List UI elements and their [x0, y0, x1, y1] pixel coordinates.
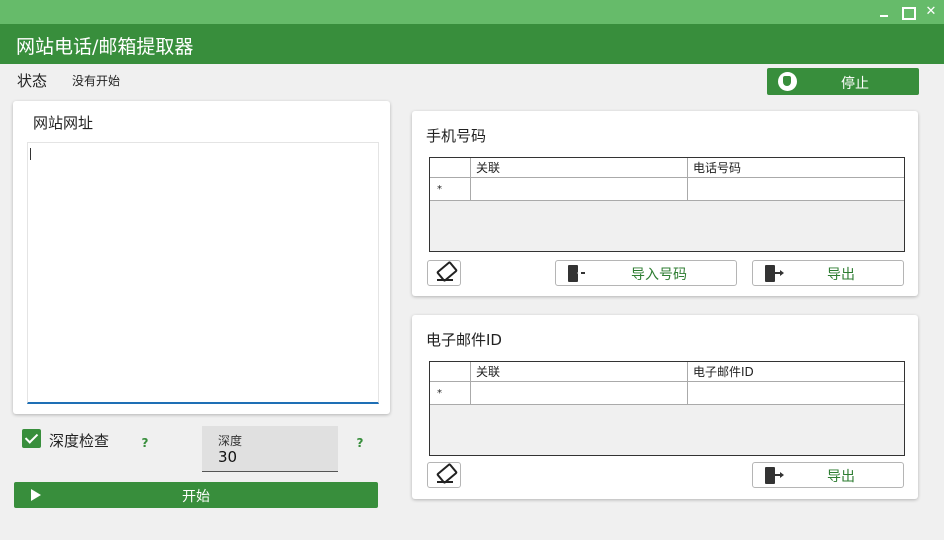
stop-button[interactable]: 停止: [767, 68, 919, 95]
window-titlebar: ✕: [0, 0, 944, 24]
text-caret: [30, 148, 31, 160]
phone-export-label: 导出: [827, 267, 855, 283]
email-grid-header: 关联 电子邮件ID: [430, 362, 904, 382]
eraser-icon: [436, 265, 454, 281]
email-grid[interactable]: 关联 电子邮件ID *: [429, 361, 905, 456]
phone-export-button[interactable]: 导出: [752, 260, 904, 286]
depth-field[interactable]: 深度: [202, 426, 338, 472]
phone-grid-header-phone[interactable]: 电话号码: [688, 158, 904, 177]
new-row-marker: *: [430, 178, 471, 200]
email-panel: 电子邮件ID 关联 电子邮件ID * 导出: [412, 315, 918, 499]
import-numbers-label: 导入号码: [631, 267, 687, 283]
minimize-icon[interactable]: [873, 2, 895, 22]
table-cell[interactable]: [688, 382, 904, 404]
url-panel: 网站网址: [13, 101, 390, 414]
email-export-button[interactable]: 导出: [752, 462, 904, 488]
depth-field-label: 深度: [218, 434, 243, 448]
import-numbers-button[interactable]: 导入号码: [555, 260, 737, 286]
email-clear-button[interactable]: [427, 462, 461, 488]
table-row[interactable]: *: [430, 382, 904, 405]
url-panel-title: 网站网址: [33, 114, 94, 132]
phone-grid-header-link[interactable]: 关联: [471, 158, 688, 177]
email-grid-header-email[interactable]: 电子邮件ID: [688, 362, 904, 381]
phone-panel-title: 手机号码: [426, 127, 487, 145]
depth-input[interactable]: [218, 448, 318, 466]
eraser-icon: [436, 467, 454, 483]
email-grid-header-corner: [430, 362, 471, 381]
phone-clear-button[interactable]: [427, 260, 461, 286]
close-icon[interactable]: ✕: [920, 2, 942, 22]
table-cell[interactable]: [688, 178, 904, 200]
phone-grid-header-corner: [430, 158, 471, 177]
phone-grid-header: 关联 电话号码: [430, 158, 904, 178]
new-row-marker: *: [430, 382, 471, 404]
table-row[interactable]: *: [430, 178, 904, 201]
depth-check-help-button[interactable]: ?: [130, 428, 160, 458]
table-cell[interactable]: [471, 382, 688, 404]
email-panel-title: 电子邮件ID: [426, 331, 502, 349]
depth-check-label: 深度检查: [49, 432, 110, 450]
url-input[interactable]: [27, 142, 379, 404]
start-button[interactable]: 开始: [14, 482, 378, 508]
email-export-label: 导出: [827, 469, 855, 485]
app-header: 网站电话/邮箱提取器: [0, 24, 944, 64]
app-title: 网站电话/邮箱提取器: [16, 36, 194, 58]
depth-help-button[interactable]: ?: [345, 428, 375, 458]
status-label: 状态: [17, 72, 48, 90]
stop-button-label: 停止: [841, 76, 869, 92]
maximize-icon[interactable]: [896, 2, 918, 22]
start-button-label: 开始: [182, 489, 210, 505]
phone-grid[interactable]: 关联 电话号码 *: [429, 157, 905, 252]
table-cell[interactable]: [471, 178, 688, 200]
phone-panel: 手机号码 关联 电话号码 * 导入号码 导出: [412, 111, 918, 296]
depth-check-checkbox[interactable]: [22, 429, 41, 448]
status-value: 没有开始: [72, 74, 121, 88]
email-grid-header-link[interactable]: 关联: [471, 362, 688, 381]
